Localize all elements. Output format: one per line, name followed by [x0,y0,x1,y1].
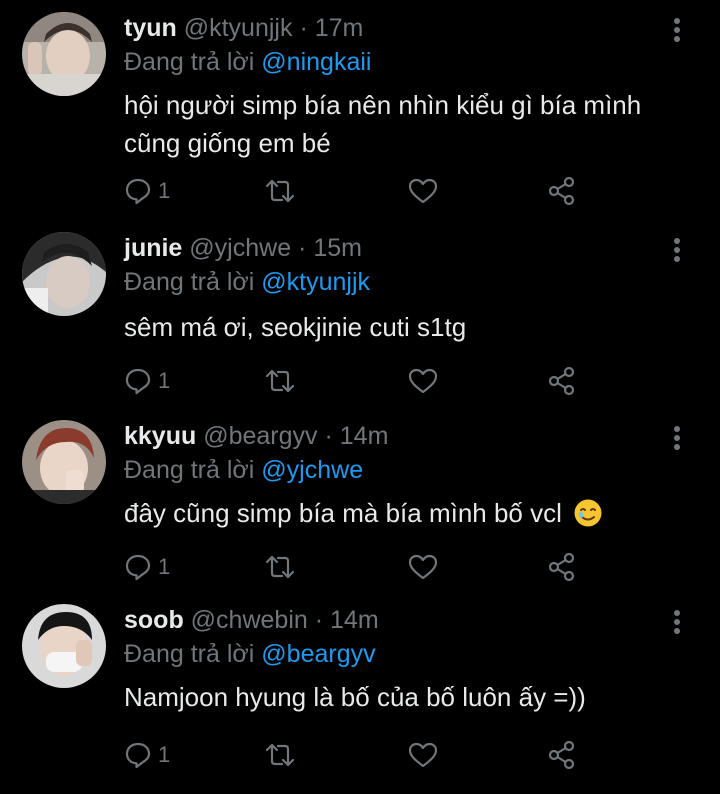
user-handle[interactable]: @ktyunjjk [184,14,293,42]
share-icon [548,366,575,396]
more-vertical-icon[interactable] [672,18,682,45]
avatar-image [22,420,106,504]
heart-icon [408,554,438,580]
comment-icon [125,178,151,205]
like-button[interactable] [408,738,438,772]
retweet-button[interactable] [264,738,296,772]
reply-thread: tyun @ktyunjjk · 17m Đang trả lời @ningk… [0,0,720,780]
tweet-soob[interactable]: soob @chwebin · 14m Đang trả lời @beargy… [0,590,720,780]
replying-to-label: Đang trả lời [124,48,255,76]
replying-to: Đang trả lời @ningkaii [124,46,371,78]
tweet-actions: 1 [124,364,584,398]
retweet-icon [265,179,295,203]
reply-button[interactable]: 1 [124,174,170,208]
tweet-kkyuu[interactable]: kkyuu @beargyv · 14m Đang trả lời @yjchw… [0,400,720,590]
replying-to: Đang trả lời @yjchwe [124,454,363,486]
replying-to-label: Đang trả lời [124,456,255,484]
tweet-junie[interactable]: junie @yjchwe · 15m Đang trả lời @ktyunj… [0,210,720,400]
heart-icon [408,178,438,204]
replying-to: Đang trả lời @beargyv [124,638,376,670]
like-button[interactable] [408,364,438,398]
reply-count: 1 [158,368,171,393]
share-icon [548,176,575,206]
retweet-button[interactable] [264,174,296,208]
user-handle[interactable]: @chwebin [191,606,308,634]
user-handle[interactable]: @yjchwe [189,234,291,262]
share-icon [548,740,575,770]
more-vertical-icon[interactable] [672,610,682,637]
retweet-icon [265,743,295,767]
reply-button[interactable]: 1 [124,364,170,398]
heart-icon [408,368,438,394]
tweet-text: hội người simp bía nên nhìn kiểu gì bía … [124,90,642,158]
tweet-text-content: đây cũng simp bía mà bía mình bố vcl [124,498,562,528]
tweet-actions: 1 [124,738,584,772]
display-name[interactable]: tyun [124,14,177,42]
tweet-header: junie @yjchwe · 15m [124,232,660,264]
replying-to: Đang trả lời @ktyunjjk [124,266,370,298]
avatar[interactable] [22,420,106,504]
reply-count: 1 [158,554,171,579]
tweet-text: Namjoon hyung là bố của bố luôn ấy =)) [124,682,586,712]
tweet-header: tyun @ktyunjjk · 17m [124,12,660,44]
like-button[interactable] [408,174,438,208]
reply-button[interactable]: 1 [124,738,170,772]
reply-count: 1 [158,742,171,767]
avatar[interactable] [22,12,106,96]
avatar[interactable] [22,604,106,688]
smiling-face-with-tear-emoji [574,499,602,527]
tweet-text: sêm má ơi, seokjinie cuti s1tg [124,312,467,342]
display-name[interactable]: junie [124,234,182,262]
comment-icon [125,742,151,769]
tweet-header: soob @chwebin · 14m [124,604,660,636]
mention-link[interactable]: @ningkaii [261,48,371,76]
tweet-actions: 1 [124,550,584,584]
separator-dot: · [314,606,324,634]
display-name[interactable]: kkyuu [124,422,196,450]
retweet-icon [265,555,295,579]
timestamp[interactable]: 14m [330,606,379,634]
separator-dot: · [298,234,307,262]
reply-count: 1 [158,178,171,203]
tweet-actions: 1 [124,174,584,208]
display-name[interactable]: soob [124,606,184,634]
retweet-button[interactable] [264,364,296,398]
avatar-image [22,604,106,688]
share-button[interactable] [548,174,576,208]
like-button[interactable] [408,550,438,584]
avatar[interactable] [22,232,106,316]
mention-link[interactable]: @ktyunjjk [261,268,370,296]
replying-to-label: Đang trả lời [124,268,255,296]
comment-icon [125,368,151,395]
timestamp[interactable]: 15m [313,234,362,262]
heart-icon [408,742,438,768]
timestamp[interactable]: 14m [340,422,389,450]
timestamp[interactable]: 17m [315,14,364,42]
share-button[interactable] [548,550,576,584]
tweet-header: kkyuu @beargyv · 14m [124,420,660,452]
share-icon [548,552,575,582]
tweet-text: đây cũng simp bía mà bía mình bố vcl [124,494,690,532]
avatar-image [22,12,106,96]
retweet-icon [265,369,295,393]
user-handle[interactable]: @beargyv [203,422,317,450]
more-vertical-icon[interactable] [672,426,682,453]
avatar-image [22,232,106,316]
share-button[interactable] [548,738,576,772]
comment-icon [125,554,151,581]
tweet-tyun[interactable]: tyun @ktyunjjk · 17m Đang trả lời @ningk… [0,0,720,210]
reply-button[interactable]: 1 [124,550,170,584]
share-button[interactable] [548,364,576,398]
replying-to-label: Đang trả lời [124,640,255,668]
mention-link[interactable]: @yjchwe [261,456,363,484]
retweet-button[interactable] [264,550,296,584]
mention-link[interactable]: @beargyv [261,640,375,668]
more-vertical-icon[interactable] [672,238,682,265]
separator-dot: · [299,14,308,42]
separator-dot: · [324,422,333,450]
